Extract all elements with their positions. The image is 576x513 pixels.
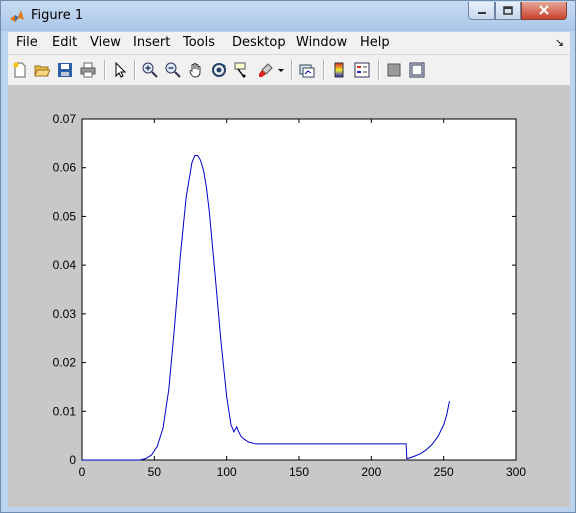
- toolbar-separator: [378, 60, 380, 80]
- menu-tools[interactable]: Tools: [183, 35, 215, 50]
- y-tick-label: 0.01: [53, 404, 77, 418]
- hide-plot-tools-icon[interactable]: [384, 60, 404, 80]
- menu-view[interactable]: View: [90, 35, 121, 50]
- print-icon[interactable]: [78, 60, 98, 80]
- toolbar-separator: [104, 60, 106, 80]
- figure-canvas[interactable]: 0 50 100 150 200 250 300 0 0.01 0.02 0.03 0.04 0.05…: [8, 86, 570, 507]
- open-file-icon[interactable]: [32, 60, 52, 80]
- y-tick-label: 0.02: [53, 356, 77, 370]
- x-tick-label: 0: [79, 465, 86, 479]
- y-tick-label: 0.03: [53, 307, 77, 321]
- y-tick-label: 0.07: [53, 112, 77, 126]
- menu-bar: File Edit View Insert Tools Desktop Wind…: [8, 32, 570, 55]
- rotate-3d-icon[interactable]: [209, 60, 229, 80]
- toolbar-separator: [323, 60, 325, 80]
- legend-icon[interactable]: [352, 60, 372, 80]
- menu-dock-arrow-icon[interactable]: ↘: [555, 36, 564, 49]
- new-figure-icon[interactable]: [10, 60, 30, 80]
- x-tick-label: 200: [361, 465, 381, 479]
- link-plot-icon[interactable]: [297, 60, 317, 80]
- window-title: Figure 1: [31, 8, 84, 23]
- minimize-icon: [477, 1, 487, 20]
- zoom-out-icon[interactable]: [163, 60, 183, 80]
- maximize-button[interactable]: [495, 2, 521, 20]
- brush-icon[interactable]: [256, 60, 276, 80]
- edit-plot-arrow-icon[interactable]: [110, 60, 130, 80]
- y-tick-label: 0: [69, 453, 76, 467]
- x-tick-label: 100: [217, 465, 237, 479]
- toolbar: [8, 55, 570, 86]
- brush-dropdown-icon[interactable]: [276, 60, 286, 80]
- close-icon: [538, 1, 550, 20]
- y-tick-label: 0.05: [53, 209, 77, 223]
- minimize-button[interactable]: [468, 2, 495, 20]
- matlab-logo-icon: [9, 8, 25, 24]
- close-button[interactable]: [521, 2, 567, 20]
- figure-window: Figure 1 File Edit View Insert Tools Des…: [0, 0, 576, 513]
- save-icon[interactable]: [55, 60, 75, 80]
- menu-help[interactable]: Help: [360, 35, 390, 50]
- menu-file[interactable]: File: [16, 35, 38, 50]
- y-tick-label: 0.06: [53, 161, 77, 175]
- y-tick-label: 0.04: [53, 258, 77, 272]
- menu-insert[interactable]: Insert: [133, 35, 170, 50]
- toolbar-separator: [134, 60, 136, 80]
- axes-background: [81, 118, 517, 461]
- show-plot-tools-icon[interactable]: [407, 60, 427, 80]
- data-cursor-icon[interactable]: [232, 60, 252, 80]
- menu-window[interactable]: Window: [296, 35, 347, 50]
- x-tick-label: 50: [148, 465, 162, 479]
- menu-edit[interactable]: Edit: [52, 35, 77, 50]
- title-bar[interactable]: Figure 1: [1, 1, 575, 31]
- x-tick-label: 250: [434, 465, 454, 479]
- menu-desktop[interactable]: Desktop: [232, 35, 286, 50]
- x-tick-label: 150: [289, 465, 309, 479]
- x-tick-label: 300: [506, 465, 526, 479]
- colorbar-icon[interactable]: [329, 60, 349, 80]
- maximize-icon: [503, 1, 513, 20]
- pan-hand-icon[interactable]: [186, 60, 206, 80]
- toolbar-separator: [291, 60, 293, 80]
- line-plot[interactable]: 0 50 100 150 200 250 300 0 0.01 0.02 0.03 0.04 0.05…: [8, 86, 570, 507]
- zoom-in-icon[interactable]: [140, 60, 160, 80]
